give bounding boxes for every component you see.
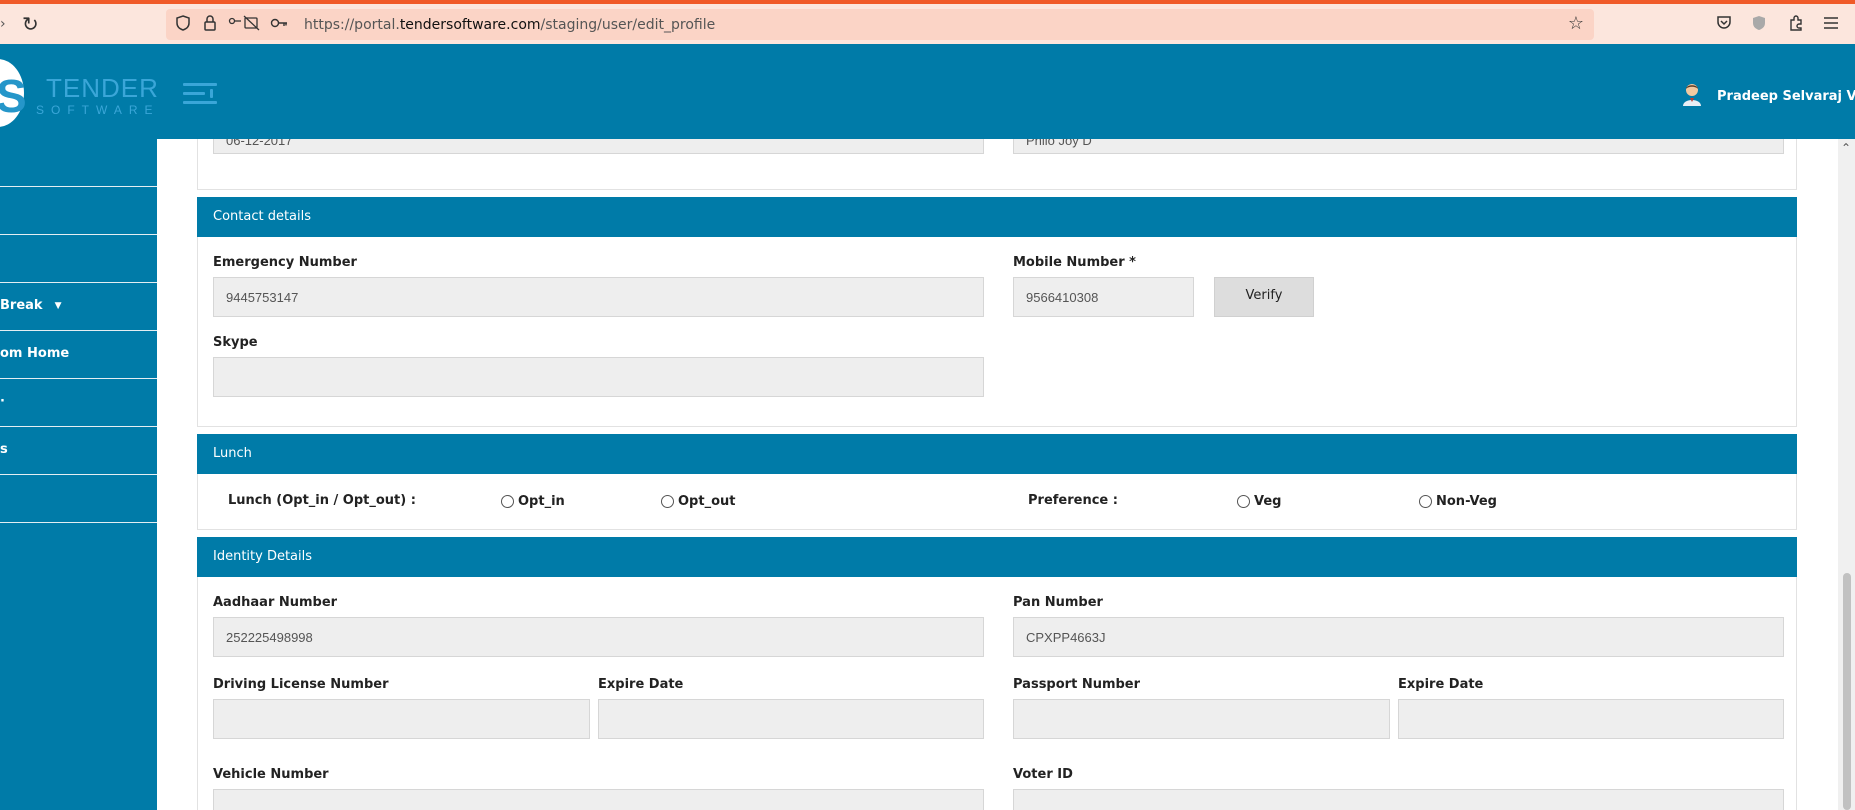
pan-number-label: Pan Number bbox=[1013, 595, 1103, 610]
sidebar-item-work-from-home[interactable]: om Home bbox=[0, 331, 157, 379]
aadhaar-number-label: Aadhaar Number bbox=[213, 595, 338, 610]
emergency-number-field[interactable]: 9445753147 bbox=[213, 277, 984, 317]
sidebar-item-8[interactable] bbox=[0, 475, 157, 523]
page-scrollbar[interactable]: ⌃ bbox=[1838, 139, 1855, 810]
passport-expire-date-label: Expire Date bbox=[1398, 677, 1484, 692]
url-text[interactable]: https://portal.tendersoftware.com/stagin… bbox=[304, 17, 715, 33]
previous-panel: 06-12-2017 Philo Joy D bbox=[197, 139, 1797, 190]
identity-details-title: Identity Details bbox=[197, 537, 1797, 577]
opt-out-label[interactable]: Opt_out bbox=[678, 494, 735, 509]
logo-subtitle: SOFTWARE bbox=[36, 103, 160, 117]
veg-radio[interactable] bbox=[1237, 495, 1250, 508]
aadhaar-number-field[interactable]: 252225498998 bbox=[213, 617, 984, 657]
passport-expire-date-field[interactable] bbox=[1398, 699, 1784, 739]
back-arrow-icon[interactable]: › bbox=[0, 16, 6, 32]
bookmark-star-icon[interactable]: ☆ bbox=[1568, 13, 1584, 34]
shield-icon[interactable] bbox=[176, 15, 190, 35]
extensions-puzzle-icon[interactable] bbox=[1788, 15, 1804, 36]
lunch-optin-label: Lunch (Opt_in / Opt_out) : bbox=[228, 493, 416, 508]
sidebar-item-7[interactable]: s bbox=[0, 427, 157, 475]
passport-number-label: Passport Number bbox=[1013, 677, 1141, 692]
user-avatar[interactable] bbox=[1681, 82, 1703, 106]
sidebar-item-2[interactable] bbox=[0, 187, 157, 235]
sidebar-item-3[interactable] bbox=[0, 235, 157, 283]
sidebar-toggle-icon[interactable] bbox=[183, 81, 217, 107]
mobile-number-label: Mobile Number * bbox=[1013, 255, 1136, 270]
pan-number-field[interactable]: CPXPP4663J bbox=[1013, 617, 1784, 657]
contact-details-panel: Contact details Emergency Number 9445753… bbox=[197, 197, 1797, 427]
verify-button[interactable]: Verify bbox=[1214, 277, 1314, 317]
previous-date-field[interactable]: 06-12-2017 bbox=[213, 139, 984, 154]
logo-title: TENDER bbox=[46, 73, 159, 103]
address-bar[interactable]: https://portal.tendersoftware.com/stagin… bbox=[166, 9, 1594, 40]
driving-license-field[interactable] bbox=[213, 699, 590, 739]
opt-in-label[interactable]: Opt_in bbox=[518, 494, 565, 509]
non-veg-radio[interactable] bbox=[1419, 495, 1432, 508]
skype-field[interactable] bbox=[213, 357, 984, 397]
logo-mark: S bbox=[0, 59, 27, 127]
non-veg-label[interactable]: Non-Veg bbox=[1436, 494, 1497, 509]
lunch-title: Lunch bbox=[197, 434, 1797, 474]
emergency-number-label: Emergency Number bbox=[213, 255, 357, 270]
hamburger-menu-icon[interactable] bbox=[1823, 15, 1839, 35]
lock-icon[interactable] bbox=[204, 15, 216, 35]
sidebar-item-break[interactable]: Break ▼ bbox=[0, 283, 157, 331]
pocket-icon[interactable] bbox=[1716, 15, 1732, 36]
extension-shield-icon[interactable] bbox=[1752, 15, 1766, 36]
mobile-number-field[interactable]: 9566410308 bbox=[1013, 277, 1194, 317]
app-header: S TENDER SOFTWARE Pradeep Selvaraj V bbox=[0, 44, 1855, 139]
contact-details-title: Contact details bbox=[197, 197, 1797, 237]
voter-id-field[interactable] bbox=[1013, 789, 1784, 810]
main-content: 06-12-2017 Philo Joy D Contact details E… bbox=[157, 139, 1838, 810]
caret-down-icon: ▼ bbox=[54, 300, 62, 311]
previous-name-field[interactable]: Philo Joy D bbox=[1013, 139, 1784, 154]
veg-label[interactable]: Veg bbox=[1254, 494, 1281, 509]
voter-id-label: Voter ID bbox=[1013, 767, 1073, 782]
sidebar: Break ▼ om Home · s bbox=[0, 139, 157, 810]
vehicle-number-field[interactable] bbox=[213, 789, 984, 810]
user-name[interactable]: Pradeep Selvaraj V bbox=[1717, 89, 1855, 104]
opt-in-radio[interactable] bbox=[501, 495, 514, 508]
browser-toolbar: › ↻ https://portal.tendersoftware.com/st… bbox=[0, 4, 1855, 44]
key-icon[interactable] bbox=[270, 15, 288, 35]
identity-details-panel: Identity Details Aadhaar Number 25222549… bbox=[197, 537, 1797, 810]
driving-license-label: Driving License Number bbox=[213, 677, 389, 692]
passport-number-field[interactable] bbox=[1013, 699, 1390, 739]
permissions-icon[interactable] bbox=[228, 15, 262, 35]
vehicle-number-label: Vehicle Number bbox=[213, 767, 329, 782]
reload-icon[interactable]: ↻ bbox=[22, 12, 39, 36]
scrollbar-thumb[interactable] bbox=[1843, 573, 1851, 810]
sidebar-item-1[interactable] bbox=[0, 139, 157, 187]
lunch-panel: Lunch Lunch (Opt_in / Opt_out) : Opt_in … bbox=[197, 434, 1797, 530]
preference-label: Preference : bbox=[1028, 493, 1118, 508]
dl-expire-date-field[interactable] bbox=[598, 699, 984, 739]
dl-expire-date-label: Expire Date bbox=[598, 677, 684, 692]
opt-out-radio[interactable] bbox=[661, 495, 674, 508]
scroll-up-arrow-icon[interactable]: ⌃ bbox=[1841, 141, 1851, 155]
skype-label: Skype bbox=[213, 335, 258, 350]
sidebar-item-6[interactable]: · bbox=[0, 379, 157, 427]
